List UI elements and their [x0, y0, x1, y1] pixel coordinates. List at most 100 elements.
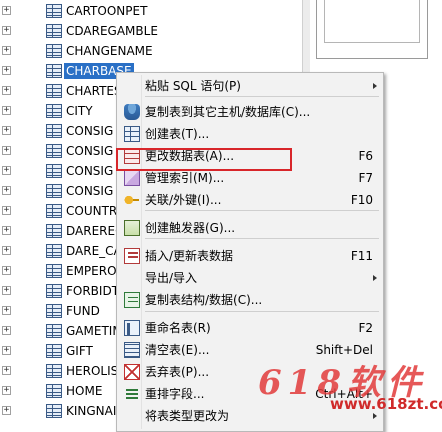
menu-item-shortcut: F2 — [358, 321, 373, 335]
tree-item-label: CDAREGAMBLE — [66, 24, 158, 38]
table-icon — [46, 324, 62, 338]
expand-icon[interactable]: + — [2, 366, 11, 375]
menu-item-shortcut: F7 — [358, 171, 373, 185]
table-icon — [46, 104, 62, 118]
tree-item-label: CARTOONPET — [66, 4, 148, 18]
table-icon — [46, 144, 62, 158]
tree-item-label: HEROLIS — [66, 364, 119, 378]
expand-icon[interactable]: + — [2, 166, 11, 175]
watermark: 618软件 www.618zt.com — [258, 355, 442, 426]
tree-item[interactable]: + CARTOONPET — [0, 1, 300, 21]
menu-item[interactable]: 创建触发器(G)... — [119, 217, 381, 239]
menu-item[interactable]: 重命名表(R) F2 — [119, 317, 381, 339]
tree-item-label: EMPERO — [66, 264, 117, 278]
table-icon — [46, 264, 62, 278]
menu-item-shortcut: F6 — [358, 149, 373, 163]
expand-icon[interactable]: + — [2, 86, 11, 95]
menu-item[interactable]: 关联/外键(I)... F10 — [119, 189, 381, 211]
menu-item-label: 复制表到其它主机/数据库(C)... — [145, 105, 311, 119]
tree-item-label: HOME — [66, 384, 103, 398]
menu-item[interactable]: 粘贴 SQL 语句(P) — [119, 75, 381, 97]
tree-item-label: CONSIG — [66, 164, 114, 178]
create-table-icon — [124, 126, 140, 142]
tree-item-label: CONSIG — [66, 184, 114, 198]
menu-item-label: 复制表结构/数据(C)... — [145, 293, 263, 307]
highlight-annotation — [116, 148, 292, 171]
expand-icon[interactable]: + — [2, 266, 11, 275]
expand-icon[interactable]: + — [2, 246, 11, 255]
table-icon — [46, 24, 62, 38]
tree-item-label: COUNTR — [66, 204, 118, 218]
menu-item-label: 将表类型更改为 — [145, 409, 230, 423]
panel-frame-inner — [324, 0, 420, 43]
expand-icon[interactable]: + — [2, 386, 11, 395]
expand-icon[interactable]: + — [2, 126, 11, 135]
menu-item-shortcut: F10 — [350, 193, 373, 207]
submenu-arrow-icon — [373, 275, 377, 281]
tree-item-label: GIFT — [66, 344, 93, 358]
database-copy-icon — [124, 104, 140, 120]
table-icon — [46, 64, 62, 78]
menu-separator — [145, 311, 379, 312]
tree-item[interactable]: + CDAREGAMBLE — [0, 21, 300, 41]
drop-table-icon — [124, 364, 140, 380]
expand-icon[interactable]: + — [2, 286, 11, 295]
table-icon — [46, 164, 62, 178]
empty-table-icon — [124, 342, 140, 358]
menu-item-label: 重排字段... — [145, 387, 205, 401]
tree-item-label: KINGNAI — [66, 404, 117, 418]
table-icon — [46, 84, 62, 98]
expand-icon[interactable]: + — [2, 326, 11, 335]
copy-structure-icon — [124, 292, 140, 308]
menu-item-label: 关联/外键(I)... — [145, 193, 222, 207]
table-icon — [46, 304, 62, 318]
expand-icon[interactable]: + — [2, 306, 11, 315]
menu-item-label: 粘贴 SQL 语句(P) — [145, 79, 241, 93]
menu-item[interactable]: 创建表(T)... — [119, 123, 381, 145]
menu-item[interactable]: 复制表到其它主机/数据库(C)... — [119, 101, 381, 123]
menu-item-label: 导出/导入 — [145, 271, 198, 285]
table-icon — [46, 344, 62, 358]
expand-icon[interactable]: + — [2, 206, 11, 215]
tree-item-label: CONSIG — [66, 124, 114, 138]
menu-item-label: 插入/更新表数据 — [145, 249, 234, 263]
tree-item-label: FUND — [66, 304, 100, 318]
table-icon — [46, 4, 62, 18]
expand-icon[interactable]: + — [2, 26, 11, 35]
table-icon — [46, 364, 62, 378]
menu-item-label: 创建触发器(G)... — [145, 221, 236, 235]
menu-item-label: 清空表(E)... — [145, 343, 210, 357]
table-icon — [46, 204, 62, 218]
table-icon — [46, 384, 62, 398]
expand-icon[interactable]: + — [2, 146, 11, 155]
menu-item[interactable]: 导出/导入 — [119, 267, 381, 289]
table-icon — [46, 244, 62, 258]
expand-icon[interactable]: + — [2, 66, 11, 75]
insert-data-icon — [124, 248, 140, 264]
menu-item[interactable]: 复制表结构/数据(C)... — [119, 289, 381, 311]
trigger-icon — [124, 220, 140, 236]
menu-item-label: 重命名表(R) — [145, 321, 211, 335]
expand-icon[interactable]: + — [2, 186, 11, 195]
expand-icon[interactable]: + — [2, 226, 11, 235]
menu-item-label: 创建表(T)... — [145, 127, 210, 141]
watermark-url: www.618zt.com — [330, 395, 442, 413]
menu-item[interactable]: 插入/更新表数据 F11 — [119, 245, 381, 267]
table-icon — [46, 184, 62, 198]
tree-item-label: FORBIDT — [66, 284, 120, 298]
expand-icon[interactable]: + — [2, 6, 11, 15]
expand-icon[interactable]: + — [2, 346, 11, 355]
tree-item-label: DARE_CA — [66, 244, 122, 258]
expand-icon[interactable]: + — [2, 106, 11, 115]
expand-icon[interactable]: + — [2, 406, 11, 415]
expand-icon[interactable]: + — [2, 46, 11, 55]
menu-item-label: 丢弃表(P)... — [145, 365, 210, 379]
table-icon — [46, 124, 62, 138]
menu-item-shortcut: F11 — [350, 249, 373, 263]
submenu-arrow-icon — [373, 83, 377, 89]
tree-item[interactable]: + CHANGENAME — [0, 41, 300, 61]
table-icon — [46, 404, 62, 418]
index-icon — [124, 170, 140, 186]
table-icon — [46, 44, 62, 58]
reorder-fields-icon — [124, 386, 140, 402]
